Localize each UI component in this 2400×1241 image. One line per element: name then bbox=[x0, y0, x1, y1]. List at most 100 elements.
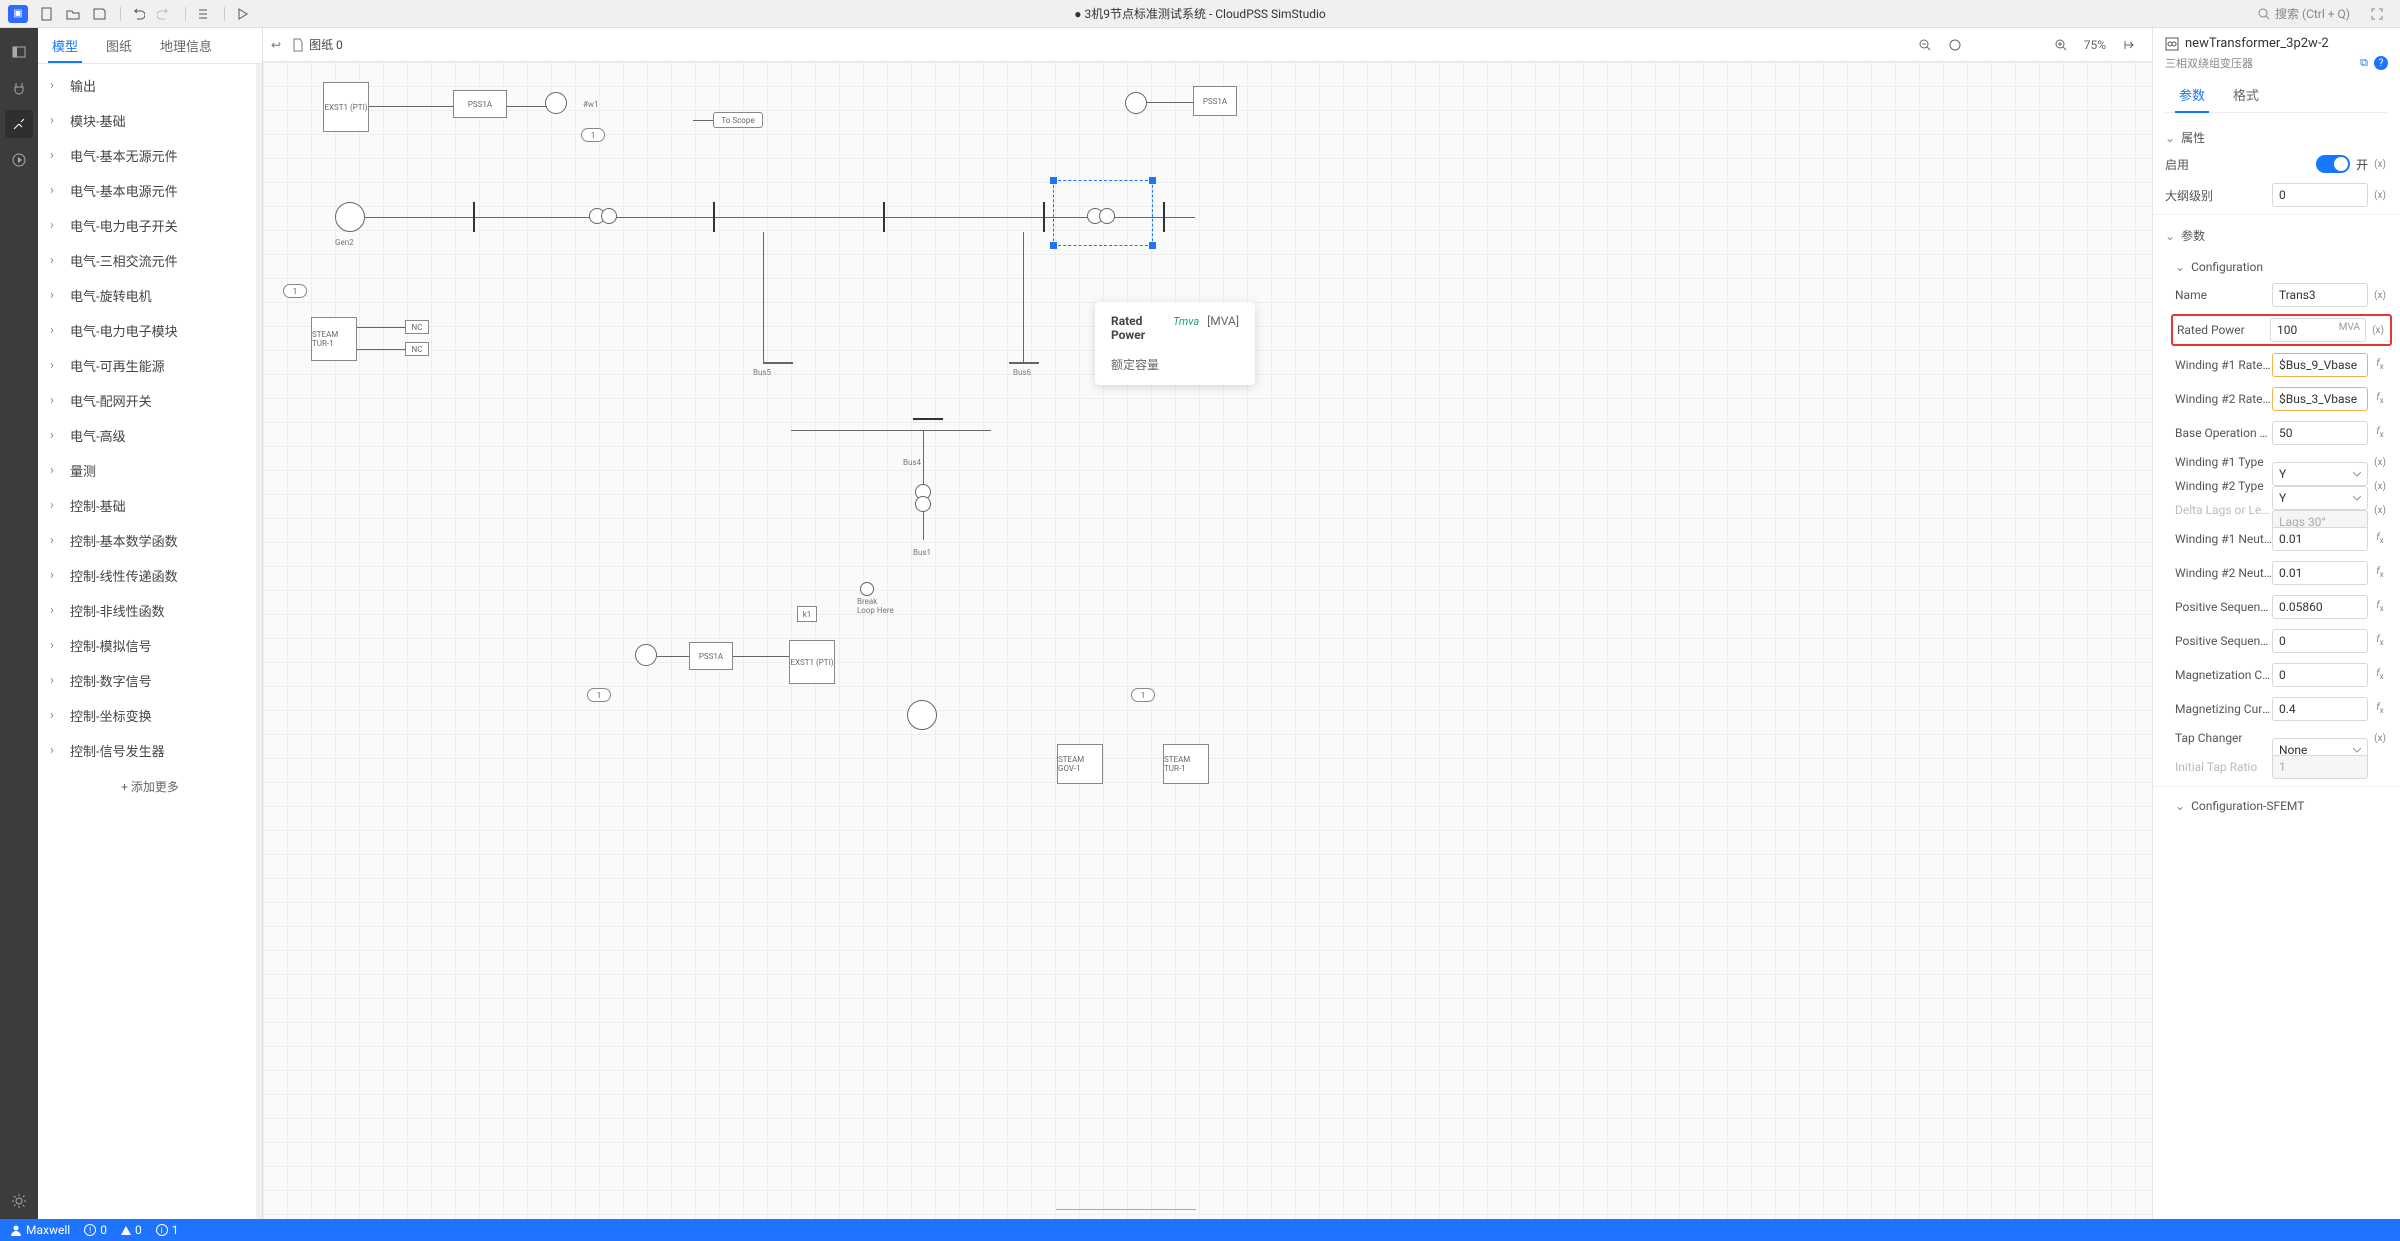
block-steamtur[interactable]: STEAM TUR-1 bbox=[1163, 744, 1209, 784]
tree-node[interactable]: ›电气-基本电源元件 bbox=[38, 173, 262, 208]
tree-node[interactable]: ›控制-基本数学函数 bbox=[38, 523, 262, 558]
rail-plug-icon[interactable] bbox=[5, 74, 33, 102]
fx-icon[interactable]: fx bbox=[2372, 358, 2388, 372]
fx-icon[interactable]: fx bbox=[2372, 634, 2388, 648]
fx-icon[interactable]: fx bbox=[2372, 532, 2388, 546]
tree-node[interactable]: ›控制-模拟信号 bbox=[38, 628, 262, 663]
sidebar-tab[interactable]: 模型 bbox=[38, 28, 92, 63]
redo-icon[interactable] bbox=[153, 3, 175, 25]
node-circle[interactable] bbox=[635, 644, 657, 666]
node-circle[interactable] bbox=[1125, 92, 1147, 114]
pill-1[interactable]: 1 bbox=[581, 128, 605, 142]
section-configuration-sfemt[interactable]: ⌄Configuration-SFEMT bbox=[2175, 795, 2388, 817]
tree-node[interactable]: ›量测 bbox=[38, 453, 262, 488]
binding-indicator[interactable]: (x) bbox=[2372, 190, 2388, 201]
block-pss1a-top[interactable]: PSS1A bbox=[453, 90, 507, 118]
list-icon[interactable] bbox=[192, 3, 214, 25]
pill-1[interactable]: 1 bbox=[1131, 688, 1155, 702]
config-input[interactable] bbox=[2272, 486, 2368, 510]
undo-icon[interactable] bbox=[127, 3, 149, 25]
binding-indicator[interactable]: (x) bbox=[2372, 733, 2388, 744]
node-circle[interactable] bbox=[545, 92, 567, 114]
tree-node[interactable]: ›电气-电力电子模块 bbox=[38, 313, 262, 348]
status-info[interactable]: i1 bbox=[156, 1223, 179, 1237]
binding-indicator[interactable]: (x) bbox=[2370, 325, 2386, 336]
back-icon[interactable]: ↩ bbox=[271, 38, 281, 52]
rpanel-tab[interactable]: 参数 bbox=[2165, 77, 2219, 112]
zoom-out-icon[interactable] bbox=[1918, 38, 1932, 52]
fx-icon[interactable]: fx bbox=[2372, 600, 2388, 614]
block-steamgov[interactable]: STEAM GOV-1 bbox=[1057, 744, 1103, 784]
config-input[interactable] bbox=[2272, 663, 2368, 687]
config-input[interactable] bbox=[2272, 561, 2368, 585]
tree-node[interactable]: ›电气-三相交流元件 bbox=[38, 243, 262, 278]
tree-node[interactable]: ›控制-基础 bbox=[38, 488, 262, 523]
block-k1[interactable]: k1 bbox=[797, 606, 817, 622]
xfmr-selected-coil[interactable] bbox=[1099, 208, 1115, 224]
tree-node[interactable]: ›模块-基础 bbox=[38, 103, 262, 138]
tree-node[interactable]: ›控制-数字信号 bbox=[38, 663, 262, 698]
config-input[interactable] bbox=[2272, 629, 2368, 653]
config-input[interactable] bbox=[2272, 697, 2368, 721]
section-attributes[interactable]: ⌄属性 bbox=[2165, 125, 2388, 150]
enable-toggle[interactable] bbox=[2316, 155, 2350, 173]
zoom-in-icon[interactable] bbox=[2054, 38, 2068, 52]
tree-node[interactable]: ›电气-基本无源元件 bbox=[38, 138, 262, 173]
config-input[interactable] bbox=[2272, 595, 2368, 619]
fx-icon[interactable]: fx bbox=[2372, 426, 2388, 440]
fx-icon[interactable]: fx bbox=[2372, 668, 2388, 682]
sidebar-tab[interactable]: 图纸 bbox=[92, 28, 146, 63]
status-warnings[interactable]: 0 bbox=[121, 1223, 142, 1237]
rail-panel-icon[interactable] bbox=[5, 38, 33, 66]
zoom-fit-icon[interactable] bbox=[1948, 38, 1962, 52]
binding-indicator[interactable]: (x) bbox=[2372, 290, 2388, 301]
block-exst1-top[interactable]: EXST1 (PTI) bbox=[323, 82, 369, 132]
add-more[interactable]: 添加更多 bbox=[38, 768, 262, 805]
block-steamtur-left[interactable]: STEAM TUR-1 bbox=[311, 317, 357, 361]
link-icon[interactable]: ⧉ bbox=[2360, 56, 2368, 70]
block-pss1a-bottom[interactable]: PSS1A bbox=[689, 642, 733, 670]
tree-node[interactable]: ›电气-电力电子开关 bbox=[38, 208, 262, 243]
rail-play-icon[interactable] bbox=[5, 146, 33, 174]
zoom-reset-icon[interactable] bbox=[2122, 38, 2136, 52]
pill-1[interactable]: 1 bbox=[587, 688, 611, 702]
tree-node[interactable]: ›电气-高级 bbox=[38, 418, 262, 453]
fx-icon[interactable]: fx bbox=[2372, 566, 2388, 580]
binding-indicator[interactable]: (x) bbox=[2372, 159, 2388, 170]
break-loop-node[interactable] bbox=[860, 582, 874, 596]
sidebar-tab[interactable]: 地理信息 bbox=[146, 28, 226, 63]
section-params[interactable]: ⌄参数 bbox=[2165, 223, 2388, 248]
status-errors[interactable]: !0 bbox=[84, 1223, 107, 1237]
config-input[interactable] bbox=[2272, 421, 2368, 445]
outline-level-input[interactable] bbox=[2272, 183, 2368, 207]
binding-indicator[interactable]: (x) bbox=[2372, 505, 2388, 516]
config-input[interactable] bbox=[2272, 353, 2368, 377]
tree-node[interactable]: ›控制-非线性函数 bbox=[38, 593, 262, 628]
tree-node[interactable]: ›控制-线性传递函数 bbox=[38, 558, 262, 593]
status-user[interactable]: Maxwell bbox=[10, 1223, 70, 1237]
block-exst1-bottom[interactable]: EXST1 (PTI) bbox=[789, 640, 835, 684]
block-nc[interactable]: NC bbox=[405, 342, 429, 356]
new-file-icon[interactable] bbox=[36, 3, 58, 25]
zoom-level[interactable]: 75% bbox=[2084, 38, 2106, 52]
help-icon[interactable]: ? bbox=[2374, 56, 2388, 70]
config-input[interactable] bbox=[2272, 527, 2368, 551]
block-toscope[interactable]: To Scope bbox=[713, 112, 763, 128]
generator-gen1[interactable] bbox=[907, 700, 937, 730]
tree-node[interactable]: ›电气-旋转电机 bbox=[38, 278, 262, 313]
config-input[interactable] bbox=[2272, 283, 2368, 307]
tree-node[interactable]: ›电气-可再生能源 bbox=[38, 348, 262, 383]
rpanel-tab[interactable]: 格式 bbox=[2219, 77, 2273, 112]
generator-gen2[interactable] bbox=[335, 202, 365, 232]
xfmr-coil[interactable] bbox=[601, 208, 617, 224]
binding-indicator[interactable]: (x) bbox=[2372, 457, 2388, 468]
sheet-tab[interactable]: 图纸 0 bbox=[291, 36, 343, 53]
tree-node[interactable]: ›控制-信号发生器 bbox=[38, 733, 262, 768]
schematic-canvas[interactable]: EXST1 (PTI) PSS1A #w1 To Scope Gen2 bbox=[263, 62, 2152, 1219]
fullscreen-icon[interactable] bbox=[2366, 3, 2388, 25]
rail-settings-icon[interactable] bbox=[5, 1187, 33, 1215]
config-input[interactable] bbox=[2272, 462, 2368, 486]
tree-node[interactable]: ›输出 bbox=[38, 68, 262, 103]
config-input[interactable] bbox=[2272, 387, 2368, 411]
xfmr-coil[interactable] bbox=[915, 496, 931, 512]
